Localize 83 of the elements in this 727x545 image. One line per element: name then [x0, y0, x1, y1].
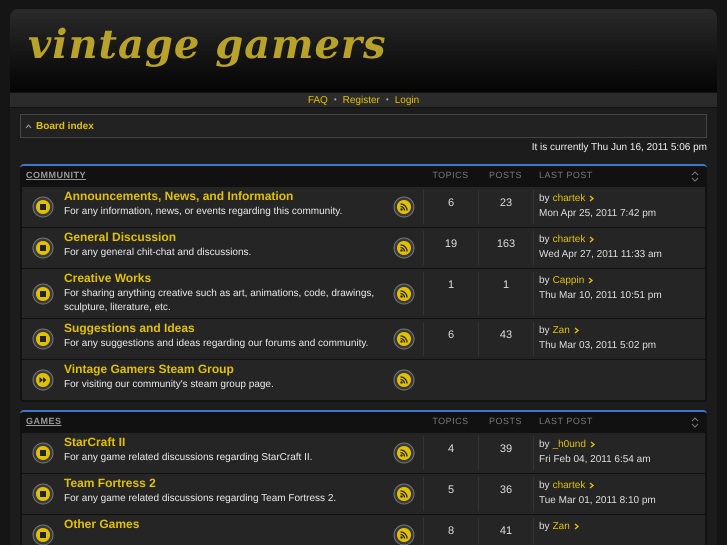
forum-icon [32, 442, 54, 464]
count-cell-text: 5 [448, 483, 454, 498]
column-header: TOPICS [432, 170, 469, 180]
feed-icon[interactable] [393, 328, 415, 350]
forum-description: For any general chit-chat and discussions. [64, 246, 252, 260]
username-link[interactable]: Cappin [552, 274, 584, 287]
feed-icon[interactable] [393, 282, 415, 304]
sort-icon[interactable] [691, 170, 699, 182]
forum-title[interactable]: General Discussion [64, 230, 385, 245]
nav-link[interactable]: FAQ [308, 92, 328, 108]
forum-title[interactable]: Announcements, News, and Information [64, 189, 385, 204]
post-date: Fri Feb 04, 2011 6:54 am [539, 453, 652, 466]
site-logo[interactable]: vintage gamers [28, 19, 387, 71]
username-link[interactable]: Zan [552, 520, 570, 533]
column-header: POSTS [488, 170, 522, 180]
count-cell-text: 8 [448, 524, 454, 539]
count-cell-text: 1 [502, 278, 510, 293]
feed-icon[interactable] [393, 196, 415, 218]
post-date: Wed Apr 27, 2011 11:33 am [539, 248, 663, 261]
category-title[interactable]: COMMUNITY [26, 170, 86, 180]
column-header: POSTS [488, 416, 522, 426]
username-link[interactable]: _h0und [552, 438, 586, 451]
count-cell-text: 4 [448, 442, 454, 457]
forum-description: For any suggestions and ideas regarding our forums and community. [64, 337, 370, 351]
forum-title[interactable]: Team Fortress 2 [64, 476, 385, 491]
by-label: by [539, 479, 550, 492]
nav-link[interactable]: Login [394, 92, 420, 108]
category-title[interactable]: GAMES [26, 416, 62, 426]
count-cell-text: 41 [500, 524, 512, 539]
feed-icon[interactable] [393, 237, 415, 259]
column-header: LAST POST [539, 416, 593, 426]
count-cell-text: 6 [448, 196, 454, 211]
count-cell-text: 23 [500, 196, 512, 211]
count-cell-text: 43 [500, 328, 512, 343]
post-date: Thu Mar 03, 2011 5:02 pm [539, 339, 658, 352]
current-time: It is currently Thu Jun 16, 2011 5:06 pm [532, 141, 707, 155]
forum-description: For visiting our community's steam group page. [64, 378, 275, 392]
count-cell-text: 1 [448, 278, 454, 293]
by-label: by [539, 192, 550, 205]
forum-title[interactable]: Creative Works [64, 271, 385, 286]
count-cell-text: 39 [500, 442, 512, 457]
count-cell-text: 19 [444, 237, 458, 252]
chevron-icon [25, 122, 32, 130]
post-date: Thu Mar 10, 2011 10:51 pm [539, 289, 663, 302]
forum-title[interactable]: Suggestions and Ideas [64, 321, 385, 336]
forum-description: For any game related discussions regarding Team Fortress 2. [64, 492, 338, 506]
by-label: by [539, 274, 550, 287]
breadcrumb-link[interactable]: Board index [36, 118, 94, 134]
forum-title[interactable]: Other Games [64, 517, 385, 532]
post-date: Mon Apr 25, 2011 7:42 pm [539, 207, 658, 220]
count-cell-text: 163 [496, 237, 516, 252]
forum-description: For any game related discussions regarding StarCraft II. [64, 451, 314, 465]
by-label: by [539, 438, 550, 451]
feed-icon[interactable] [393, 524, 415, 545]
count-cell-text: 6 [448, 328, 454, 343]
forward-icon [32, 369, 54, 391]
separator-dot: • [334, 94, 337, 106]
forum-title[interactable]: StarCraft II [64, 435, 385, 450]
username-link[interactable]: Zan [552, 324, 570, 337]
by-label: by [539, 520, 550, 533]
column-header: LAST POST [539, 170, 593, 180]
by-label: by [539, 233, 550, 246]
post-date: Tue Mar 01, 2011 8:10 pm [539, 494, 657, 507]
feed-icon[interactable] [393, 483, 415, 505]
forum-description: For any information, news, or events regarding this community. [64, 205, 344, 219]
forum-icon [32, 237, 54, 259]
username-link[interactable]: chartek [552, 233, 586, 246]
username-link[interactable]: chartek [552, 479, 586, 492]
forum-icon [32, 328, 54, 350]
nav-link[interactable]: Register [342, 92, 380, 108]
column-header: TOPICS [432, 416, 469, 426]
forum-title[interactable]: Vintage Gamers Steam Group [64, 362, 385, 377]
username-link[interactable]: chartek [552, 192, 586, 205]
forum-icon [32, 282, 54, 304]
forum-icon [32, 196, 54, 218]
forum-description: For sharing anything creative such as art, animations, code, drawings, sculpture, literature, etc. [64, 287, 376, 315]
count-cell-text: 36 [500, 483, 512, 498]
forum-icon [32, 483, 54, 505]
by-label: by [539, 324, 550, 337]
feed-icon[interactable] [393, 369, 415, 391]
feed-icon[interactable] [393, 442, 415, 464]
sort-icon[interactable] [691, 416, 699, 428]
separator-dot: • [386, 94, 389, 106]
